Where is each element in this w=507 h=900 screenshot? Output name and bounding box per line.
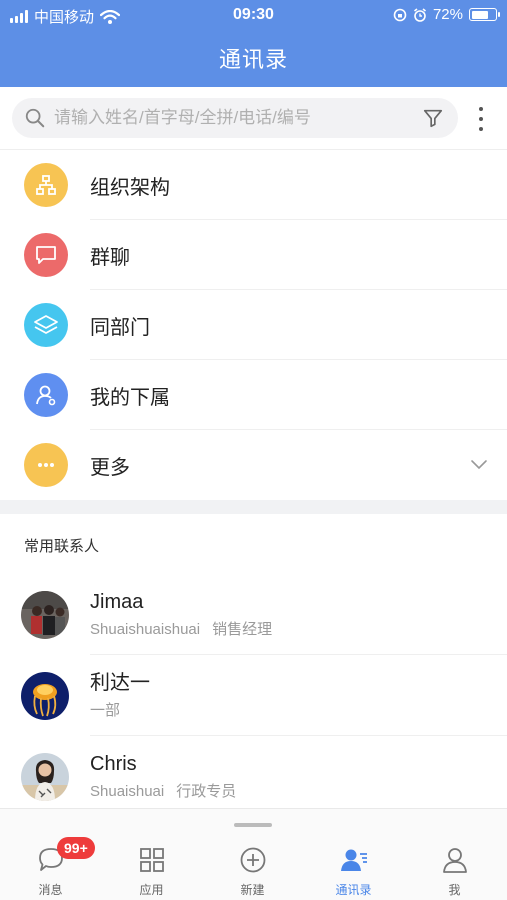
- tab-label: 通讯录: [335, 883, 372, 897]
- search-row: [0, 87, 507, 150]
- status-bar: 中国移动 09:30 72%: [0, 0, 507, 30]
- avatar: [21, 671, 69, 720]
- tab-create[interactable]: 新建: [202, 845, 303, 898]
- tab-label: 我: [448, 883, 461, 897]
- contact-name: 利达一: [90, 672, 150, 694]
- frequent-contacts-heading: 常用联系人: [24, 538, 100, 555]
- contact-detail: Shuaishuai 行政专员: [90, 780, 236, 801]
- alarm-icon: [413, 7, 426, 22]
- contact-row[interactable]: 利达一 一部: [0, 655, 507, 736]
- rotation-lock-icon: [393, 8, 407, 21]
- tab-label: 消息: [38, 883, 63, 897]
- app-header: 中国移动 09:30 72% 通讯录: [0, 0, 507, 87]
- menu-item-group-chat[interactable]: 群聊: [0, 220, 507, 290]
- menu-item-label: 群聊: [90, 246, 130, 269]
- menu-item-more[interactable]: 更多: [0, 430, 507, 500]
- feature-menu: 组织架构 群聊 同部门 我的下属 更多: [0, 150, 507, 500]
- search-bar[interactable]: [12, 98, 458, 138]
- contact-row[interactable]: Chris Shuaishuai 行政专员: [0, 736, 507, 817]
- menu-item-label: 同部门: [90, 316, 150, 339]
- tab-label: 应用: [139, 883, 164, 897]
- chat-icon: [24, 233, 68, 277]
- more-options-icon[interactable]: [469, 105, 493, 133]
- tab-label: 新建: [240, 883, 265, 897]
- search-input[interactable]: [54, 108, 414, 128]
- menu-item-my-subordinates[interactable]: 我的下属: [0, 360, 507, 430]
- contacts-icon: [340, 849, 367, 871]
- contact-department: 一部: [90, 702, 121, 719]
- bottom-tab-bar: 99+ 消息 应用 新建 通讯录 我: [0, 808, 507, 900]
- drag-handle[interactable]: [234, 823, 272, 827]
- contact-company: Shuaishuai: [90, 783, 165, 800]
- menu-item-org-chart[interactable]: 组织架构: [0, 150, 507, 220]
- menu-item-label: 我的下属: [90, 386, 170, 409]
- apps-grid-icon: [139, 848, 164, 872]
- battery-percent: 72%: [432, 6, 463, 23]
- tab-apps[interactable]: 应用: [101, 845, 202, 898]
- tab-messages[interactable]: 99+ 消息: [0, 837, 101, 898]
- avatar: [21, 752, 69, 801]
- menu-item-label: 组织架构: [90, 176, 170, 199]
- search-icon: [25, 108, 45, 128]
- contact-position: 行政专员: [176, 783, 237, 800]
- tab-contacts[interactable]: 通讯录: [303, 845, 404, 898]
- page-title: 通讯录: [218, 47, 288, 72]
- profile-icon: [442, 848, 467, 873]
- section-divider: [0, 500, 507, 514]
- chevron-down-icon[interactable]: [469, 454, 489, 474]
- tab-me[interactable]: 我: [404, 845, 505, 898]
- menu-item-label: 更多: [90, 456, 130, 479]
- contact-detail: Shuaishuaishuai 销售经理: [90, 618, 272, 639]
- contact-text: 利达一 一部: [90, 671, 150, 720]
- contact-row[interactable]: Jimaa Shuaishuaishuai 销售经理: [0, 574, 507, 655]
- contact-detail: 一部: [90, 699, 150, 720]
- menu-item-same-department[interactable]: 同部门: [0, 290, 507, 360]
- filter-icon[interactable]: [422, 107, 444, 129]
- more-dots-icon: [24, 443, 68, 487]
- contact-text: Jimaa Shuaishuaishuai 销售经理: [90, 590, 272, 639]
- contact-name: Jimaa: [90, 591, 144, 613]
- contact-list: Jimaa Shuaishuaishuai 销售经理 利达一 一部 Chris S…: [0, 574, 507, 817]
- avatar: [21, 590, 69, 639]
- contact-position: 销售经理: [212, 621, 273, 638]
- status-right: 72%: [393, 6, 500, 23]
- unread-badge: 99+: [57, 837, 95, 859]
- subordinate-icon: [24, 373, 68, 417]
- contact-company: Shuaishuaishuai: [90, 621, 201, 638]
- layers-icon: [24, 303, 68, 347]
- battery-icon: [469, 8, 500, 21]
- contact-text: Chris Shuaishuai 行政专员: [90, 752, 236, 801]
- org-chart-icon: [24, 163, 68, 207]
- add-circle-icon: [240, 847, 265, 873]
- contact-name: Chris: [90, 753, 137, 775]
